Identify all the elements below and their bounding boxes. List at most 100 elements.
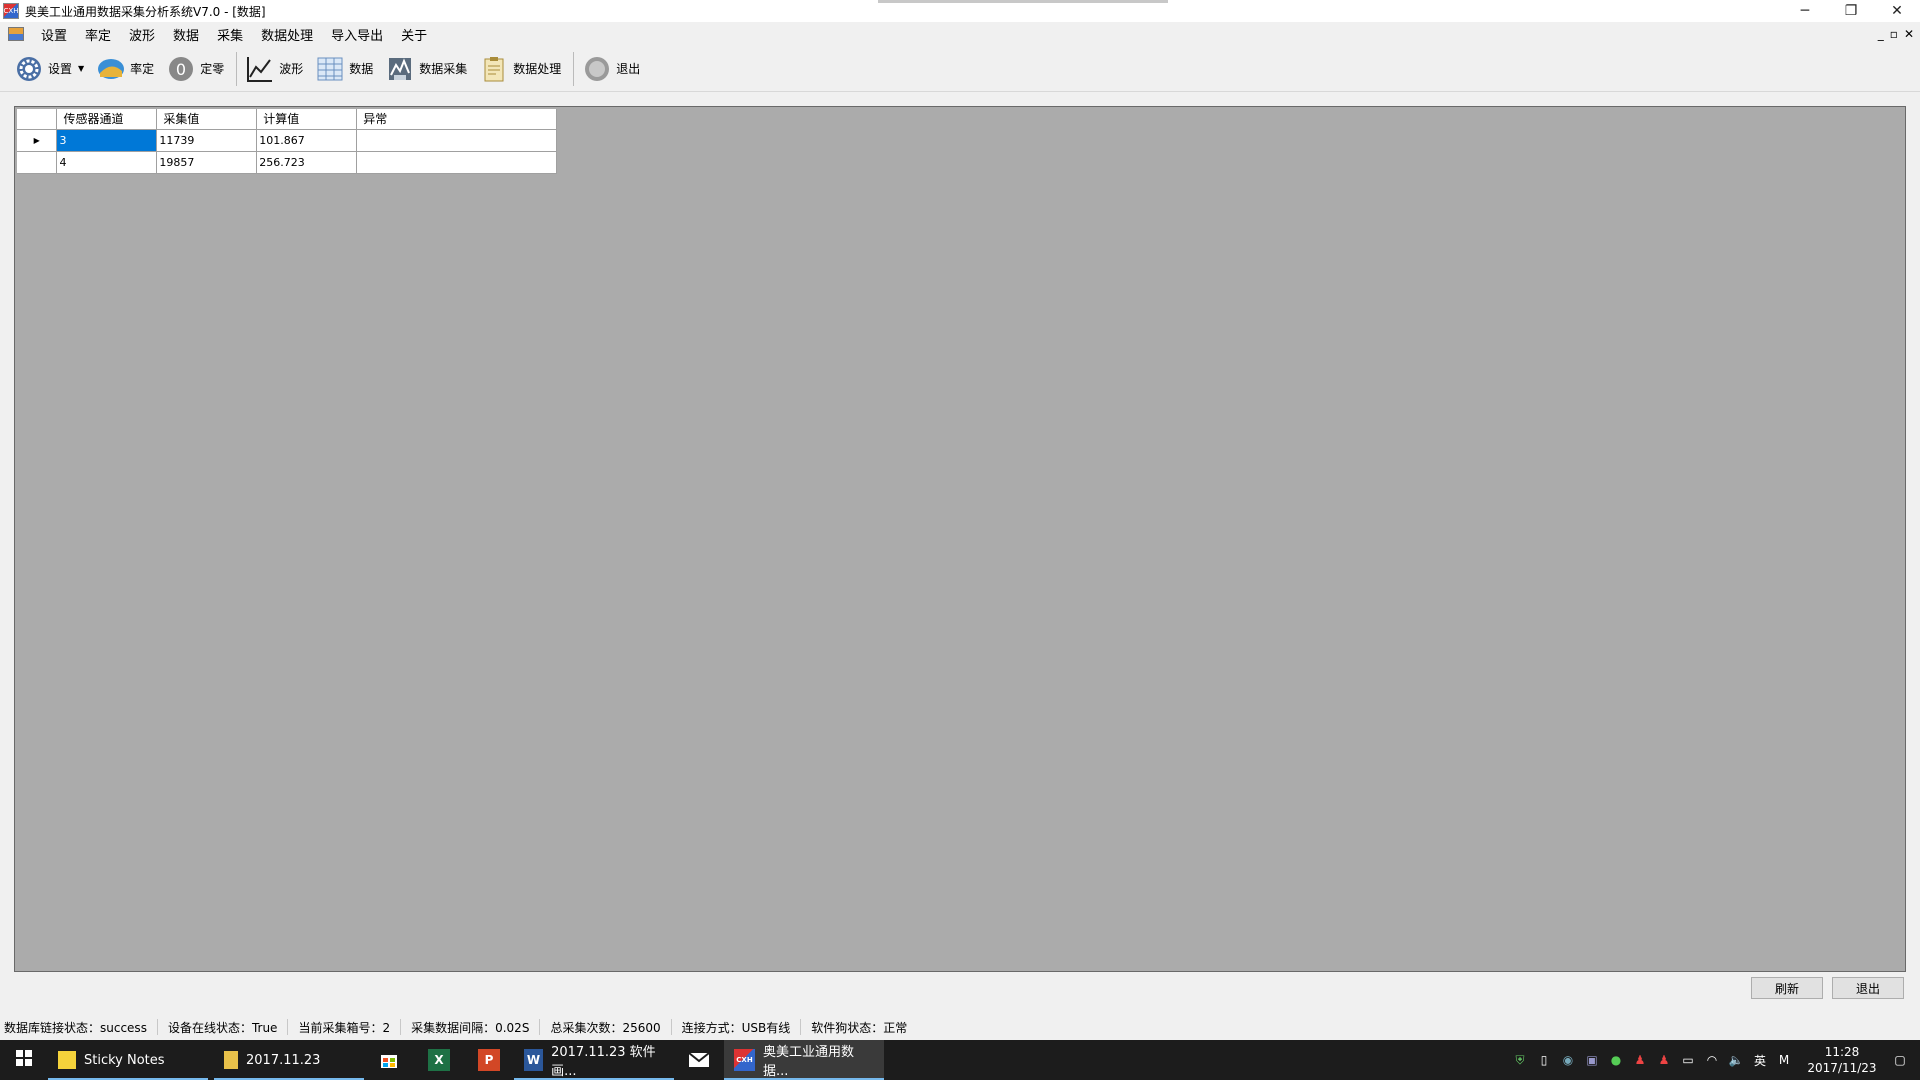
taskbar-item-label: 奥美工业通用数据... [762,1045,854,1079]
clock[interactable]: 11:28 2017/11/23 [1802,1044,1882,1076]
notification-icon[interactable]: ▢ [1890,1050,1910,1070]
taskbar-item-label: Sticky Notes [84,1052,165,1068]
status-connection-type: 连接方式：USB有线 [678,1019,802,1035]
taskbar-item-app[interactable]: CXH 奥美工业通用数据... [724,1040,884,1080]
powerpoint-icon: P [478,1049,500,1071]
menu-import-export[interactable]: 导入导出 [322,25,392,44]
app-icon[interactable]: CXH [3,3,19,19]
column-header-error[interactable]: 异常 [356,109,557,130]
cell-channel[interactable]: 4 [56,151,158,174]
cell-calculated-value[interactable]: 256.723 [256,151,358,174]
menu-data[interactable]: 数据 [164,25,208,44]
close-button[interactable]: ✕ [1874,0,1920,22]
mdi-restore-button[interactable]: ▫ [1890,27,1898,41]
taskbar: Sticky Notes 2017.11.23 X P W 2017.11.23… [0,1040,1920,1080]
column-header-channel[interactable]: 传感器通道 [56,109,158,130]
data-acquisition-button[interactable]: 数据采集 [381,49,471,89]
taskbar-item-label: 2017.11.23 软件画... [551,1045,656,1079]
settings-button[interactable]: 设置 ▼ [10,49,88,89]
ime-indicator[interactable]: 英 [1750,1050,1770,1070]
start-button[interactable] [0,1040,48,1080]
mdi-close-button[interactable]: ✕ [1904,27,1914,41]
cell-calculated-value[interactable]: 101.867 [256,129,358,152]
mail-icon [688,1049,710,1071]
store-icon [378,1049,400,1071]
cell-raw-value[interactable]: 11739 [156,129,258,152]
status-dongle: 软件狗状态：正常 [811,1020,908,1035]
menu-acquire[interactable]: 采集 [208,25,252,44]
menu-waveform[interactable]: 波形 [120,25,164,44]
waveform-label: 波形 [279,62,304,76]
mdi-minimize-button[interactable]: _ [1878,27,1884,41]
taskbar-item-mail[interactable] [674,1040,724,1080]
taskbar-item-folder[interactable]: 2017.11.23 [214,1040,364,1080]
toolbar-separator [573,51,575,86]
volume-muted-icon[interactable]: 🔈 [1726,1050,1746,1070]
menu-about[interactable]: 关于 [392,25,436,44]
exit-toolbar-button[interactable]: 退出 [578,49,644,89]
restore-button[interactable]: ❐ [1828,0,1874,22]
calibrate-icon [96,54,126,84]
status-bar: 数据库链接状态：success 设备在线状态：True 当前采集箱号：2 采集数… [0,1016,1920,1038]
title-bar: CXH 奥美工业通用数据采集分析系统V7.0 - [数据] ─ ❐ ✕ [0,0,1920,22]
menu-settings[interactable]: 设置 [32,25,76,44]
qq-icon[interactable]: ♟ [1630,1050,1650,1070]
grid-corner-header[interactable] [17,109,58,130]
status-device-online: 设备在线状态：True [164,1019,289,1035]
taskbar-item-powerpoint[interactable]: P [464,1040,514,1080]
menu-calibrate[interactable]: 率定 [76,25,120,44]
data-button[interactable]: 数据 [311,49,377,89]
gear-icon [14,54,44,84]
zero-label: 定零 [200,62,225,76]
app-icon: CXH [734,1049,755,1071]
status-db-connection: 数据库链接状态：success [0,1019,158,1035]
shield-icon[interactable]: ⛨ [1510,1050,1530,1070]
calibrate-button[interactable]: 率定 [92,49,158,89]
cell-error[interactable] [356,151,557,174]
mdi-window-icon[interactable] [8,27,24,41]
qq-icon[interactable]: ♟ [1654,1050,1674,1070]
exit-button[interactable]: 退出 [1832,977,1904,999]
taskbar-item-word[interactable]: W 2017.11.23 软件画... [514,1040,674,1080]
table-row[interactable]: ▶ 3 11739 101.867 [17,129,557,152]
menu-data-processing[interactable]: 数据处理 [252,25,322,44]
menu-bar: 设置 率定 波形 数据 采集 数据处理 导入导出 关于 _ ▫ ✕ [0,22,1920,46]
grid-header-row: 传感器通道 采集值 计算值 异常 [17,109,557,130]
cell-error[interactable] [356,129,557,152]
table-row[interactable]: 4 19857 256.723 [17,151,557,174]
wechat-icon[interactable]: ● [1606,1050,1626,1070]
monitor-icon[interactable]: ▣ [1582,1050,1602,1070]
windows-icon [16,1050,32,1070]
line-chart-icon [245,54,275,84]
data-processing-button[interactable]: 数据处理 [475,49,565,89]
cell-raw-value[interactable]: 19857 [156,151,258,174]
network-app-icon[interactable]: ◉ [1558,1050,1578,1070]
waveform-button[interactable]: 波形 [241,49,307,89]
settings-label: 设置 [48,62,73,76]
taskbar-item-sticky-notes[interactable]: Sticky Notes [48,1040,208,1080]
minimize-button[interactable]: ─ [1782,0,1828,22]
wifi-icon[interactable]: ◠ [1702,1050,1722,1070]
cell-channel[interactable]: 3 [56,129,158,152]
status-current-box: 当前采集箱号：2 [294,1019,402,1035]
usb-icon[interactable]: ▯ [1534,1050,1554,1070]
row-indicator-icon[interactable]: ▶ [17,129,58,152]
clock-time: 11:28 [1824,1045,1860,1059]
zero-button[interactable]: 0 定零 [162,49,228,89]
data-acquisition-label: 数据采集 [419,62,468,76]
taskbar-item-store[interactable] [364,1040,414,1080]
column-header-raw-value[interactable]: 采集值 [156,109,258,130]
refresh-button[interactable]: 刷新 [1751,977,1823,999]
column-header-calculated-value[interactable]: 计算值 [256,109,358,130]
ime-mode-icon[interactable]: M [1774,1050,1794,1070]
power-icon [582,54,612,84]
taskbar-item-excel[interactable]: X [414,1040,464,1080]
dropdown-caret-icon[interactable]: ▼ [78,64,84,73]
row-header[interactable] [17,151,58,174]
toolbar: 设置 ▼ 率定 0 定零 波形 数据 数据采集 数据处理 退出 [0,46,1920,92]
data-label: 数据 [349,62,374,76]
sensor-data-grid[interactable]: 传感器通道 采集值 计算值 异常 ▶ 3 11739 101.867 4 198… [17,109,557,174]
folder-icon [224,1051,238,1069]
battery-icon[interactable]: ▭ [1678,1050,1698,1070]
taskbar-item-label: 2017.11.23 [246,1052,321,1068]
